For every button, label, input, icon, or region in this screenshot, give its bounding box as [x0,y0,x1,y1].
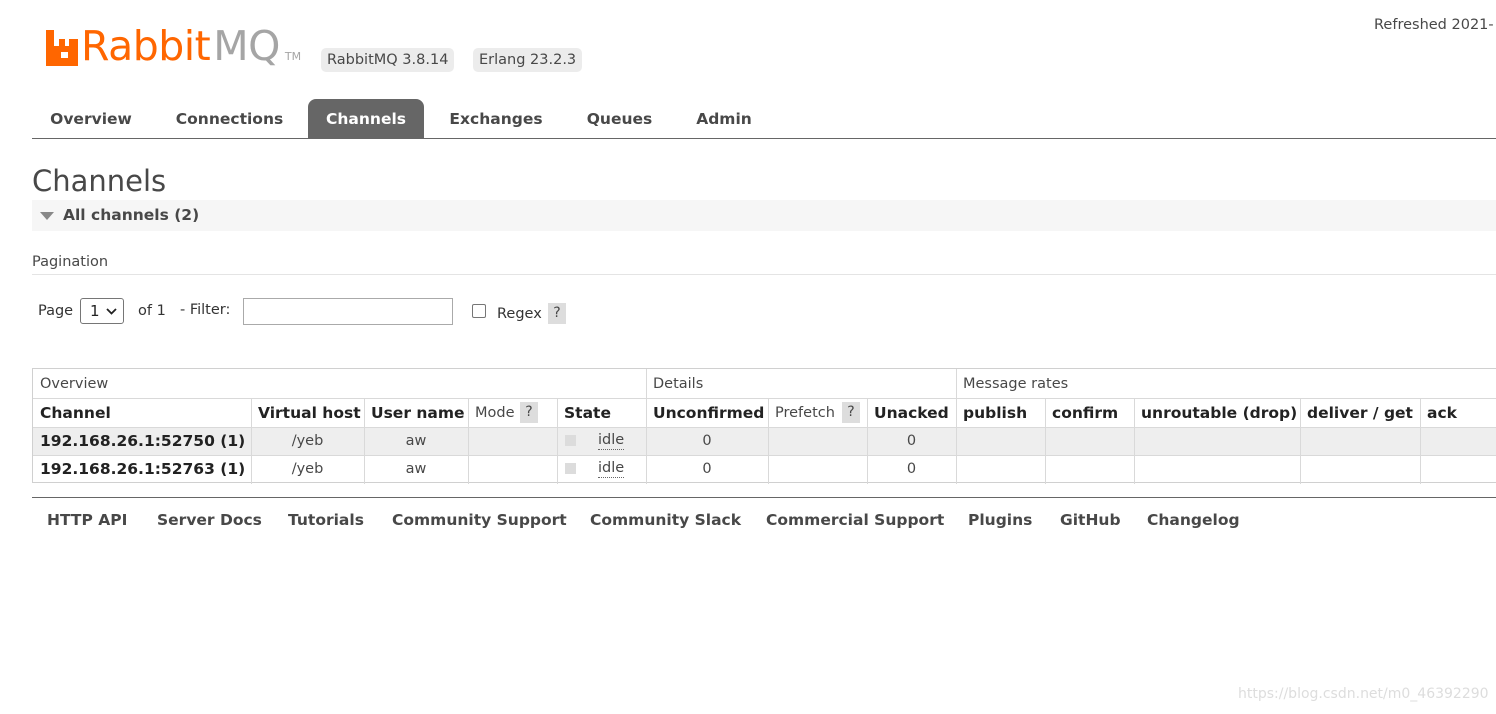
regex-label: Regex [497,306,542,322]
watermark: https://blog.csdn.net/m0_46392290 [1238,686,1489,702]
header: Rabbit MQ TM RabbitMQ 3.8.14 Erlang 23.2.… [0,0,1496,100]
table-divider [1300,398,1301,484]
virtual-host-cell: /yeb [291,433,324,449]
page-label: Page [38,303,74,319]
user-name-cell: aw [405,461,427,477]
table-divider [1134,398,1135,484]
main-nav-tabs: Overview Connections Channels Exchanges … [32,99,1496,139]
group-header-overview: Overview [40,376,109,392]
column-header-state[interactable]: State [557,398,646,427]
chevron-down-icon [106,308,117,315]
collapse-triangle-icon [40,212,54,220]
footer-nav: HTTP API Server Docs Tutorials Community… [32,497,1496,538]
table-divider [1420,398,1421,484]
mode-cell [468,455,557,483]
prefetch-cell [768,455,867,483]
unacked-cell: 0 [906,433,917,449]
user-name-cell: aw [405,433,427,449]
table-divider [33,398,1496,399]
column-header-unroutable[interactable]: unroutable (drop) [1134,398,1300,427]
column-header-ack[interactable]: ack [1420,398,1496,427]
tab-queues[interactable]: Queues [572,99,667,138]
group-header-details: Details [653,376,704,392]
prefetch-help-button[interactable]: ? [842,402,860,423]
table-divider [33,427,1496,428]
rabbitmq-version-badge: RabbitMQ 3.8.14 [321,48,455,72]
tab-channels[interactable]: Channels [308,99,424,138]
table-divider [768,398,769,484]
column-header-unconfirmed[interactable]: Unconfirmed [646,398,768,427]
footer-link-commercial-support[interactable]: Commercial Support [766,511,944,529]
footer-link-tutorials[interactable]: Tutorials [288,511,364,529]
logo-trademark: TM [284,50,302,63]
erlang-version-badge: Erlang 23.2.3 [473,48,583,72]
page-select[interactable]: 1 [80,298,124,324]
table-divider [1045,398,1046,484]
filter-label: - Filter: [180,302,231,318]
state-value: idle [598,460,625,478]
table-divider [867,398,868,484]
state-indicator-icon [565,435,576,446]
table-divider [251,398,252,484]
regex-help-button[interactable]: ? [548,303,566,324]
tab-exchanges[interactable]: Exchanges [437,99,555,138]
rabbitmq-logo[interactable]: Rabbit MQ TM [46,22,302,70]
page-select-value: 1 [90,302,100,320]
table-row: 192.168.26.1:52750 (1) /yeb aw idle 0 0 [33,427,1496,455]
column-header-publish[interactable]: publish [956,398,1045,427]
column-header-mode[interactable]: Mode [468,398,528,427]
table-row: 192.168.26.1:52763 (1) /yeb aw idle 0 0 [33,455,1496,483]
tab-overview[interactable]: Overview [32,99,150,138]
unconfirmed-cell: 0 [702,461,712,477]
table-divider [646,369,647,484]
unconfirmed-cell: 0 [702,433,712,449]
unacked-cell: 0 [906,461,917,477]
prefetch-cell [768,427,867,455]
table-divider [33,455,1496,456]
refreshed-timestamp: Refreshed 2021- [1374,17,1494,33]
page-title: Channels [32,164,167,198]
channels-table: Overview Details Message rates Channel V… [32,368,1496,484]
state-indicator-icon [565,463,576,474]
pagination-divider [32,274,1496,275]
footer-link-http-api[interactable]: HTTP API [47,511,127,529]
table-divider [557,398,558,484]
column-header-virtual-host[interactable]: Virtual host [251,398,364,427]
channel-link[interactable]: 192.168.26.1:52763 (1) [33,455,251,483]
page-count-label: of 1 [138,303,166,319]
column-header-user-name[interactable]: User name [364,398,468,427]
regex-checkbox[interactable] [472,304,486,318]
group-header-message-rates: Message rates [963,376,1069,392]
logo-text-rabbit: Rabbit [81,22,211,70]
column-header-deliver-get[interactable]: deliver / get [1300,398,1420,427]
mode-help-button[interactable]: ? [520,402,538,423]
footer-link-changelog[interactable]: Changelog [1147,511,1240,529]
tab-admin[interactable]: Admin [680,99,768,138]
footer-link-community-slack[interactable]: Community Slack [590,511,741,529]
footer-link-server-docs[interactable]: Server Docs [157,511,262,529]
all-channels-toggle[interactable]: All channels (2) [32,200,1496,231]
mode-cell [468,427,557,455]
column-header-prefetch[interactable]: Prefetch [768,398,838,427]
section-label: All channels (2) [63,206,200,224]
column-header-unacked[interactable]: Unacked [867,398,956,427]
rabbit-logo-icon [46,30,78,66]
tab-connections[interactable]: Connections [162,99,297,138]
footer-link-plugins[interactable]: Plugins [968,511,1032,529]
column-header-channel[interactable]: Channel [33,398,251,427]
footer-link-community-support[interactable]: Community Support [392,511,567,529]
filter-input[interactable] [243,298,453,325]
pagination-heading: Pagination [32,254,109,270]
footer-link-github[interactable]: GitHub [1060,511,1121,529]
table-divider [468,398,469,484]
channel-link[interactable]: 192.168.26.1:52750 (1) [33,427,251,455]
table-divider [364,398,365,484]
table-divider [956,369,957,484]
state-value: idle [598,432,625,450]
virtual-host-cell: /yeb [291,461,324,477]
logo-text-mq: MQ [213,22,280,70]
column-header-confirm[interactable]: confirm [1045,398,1134,427]
